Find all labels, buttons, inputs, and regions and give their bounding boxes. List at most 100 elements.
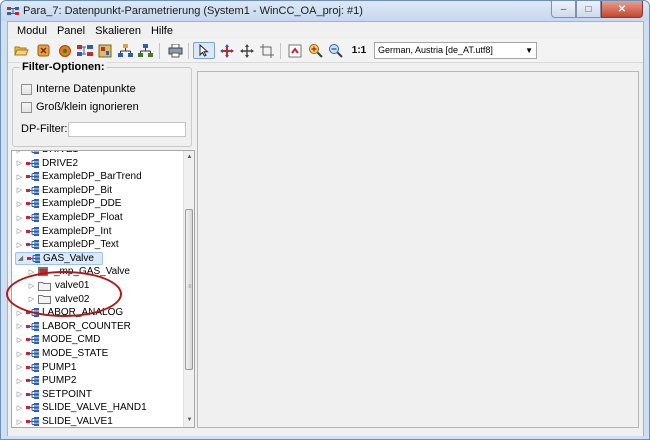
expand-arrow-icon[interactable]: ▷ <box>15 214 24 222</box>
datapoint-icon <box>26 362 39 372</box>
title-bar[interactable]: Para_7: Datenpunkt-Parametrierung (Syste… <box>1 1 649 21</box>
hierarchy2-button[interactable] <box>136 42 154 59</box>
tree-item[interactable]: ▷ SLIDE_VALVE_HAND1 <box>15 401 147 414</box>
expand-arrow-icon[interactable]: ▷ <box>15 173 24 181</box>
tree-item[interactable]: ▷ ExampleDP_Bit <box>15 184 112 197</box>
zoom-reset-button[interactable]: 1:1 <box>348 42 370 59</box>
datapoint-icon <box>26 403 39 413</box>
close-module-button[interactable] <box>34 42 52 59</box>
select-tool-button[interactable] <box>193 42 215 59</box>
expand-arrow-icon[interactable]: ▷ <box>15 377 24 385</box>
tree-item[interactable]: ▷ MODE_STATE <box>15 347 109 360</box>
scroll-grip-icon: ≡ <box>188 284 192 290</box>
move-tool-button[interactable] <box>238 42 256 59</box>
dp-structure-button[interactable] <box>76 42 94 59</box>
ignore-case-checkbox[interactable] <box>21 101 32 113</box>
tree-item-label: MODE_CMD <box>42 334 101 346</box>
expand-arrow-icon[interactable]: ▷ <box>15 350 24 358</box>
tree-item-label: GAS_Valve <box>43 252 94 264</box>
expand-arrow-icon[interactable]: ▷ <box>15 200 24 208</box>
tree-item[interactable]: ▷ ExampleDP_Float <box>15 211 123 224</box>
tree-item[interactable]: ▷ PUMP2 <box>15 374 77 387</box>
datapoint-icon <box>26 213 39 222</box>
print-button[interactable] <box>166 42 184 59</box>
scroll-thumb[interactable]: ≡ <box>185 209 193 370</box>
menu-bar: Modul Panel Skalieren Hilfe <box>8 22 643 39</box>
datapoint-icon <box>26 199 39 209</box>
close-button[interactable]: ✕ <box>601 1 643 18</box>
datapoint-icon <box>26 172 39 182</box>
collapse-arrow-icon[interactable]: ◢ <box>16 254 25 262</box>
expand-arrow-icon[interactable]: ▷ <box>15 227 24 235</box>
expand-arrow-icon[interactable]: ▷ <box>15 390 24 398</box>
zoom-fit-button[interactable] <box>286 42 304 59</box>
dp-filter-input[interactable] <box>68 122 186 137</box>
expand-arrow-icon[interactable]: ▷ <box>15 418 24 426</box>
tree-item-label: PUMP2 <box>42 375 77 387</box>
menu-panel[interactable]: Panel <box>52 25 90 37</box>
pan-tool-button[interactable] <box>218 42 236 59</box>
parameter-canvas[interactable] <box>197 71 639 428</box>
tree-item[interactable]: ▷ PUMP1 <box>15 361 77 374</box>
zoom-out-icon <box>328 44 343 58</box>
datapoint-icon <box>26 417 39 426</box>
tree-item[interactable]: ◢ GAS_Valve <box>15 251 103 265</box>
expand-arrow-icon[interactable]: ▷ <box>15 404 24 412</box>
zoom-out-button[interactable] <box>326 42 344 59</box>
crop-tool-button[interactable] <box>258 42 276 59</box>
dp-filter-label: DP-Filter: <box>21 123 68 135</box>
tree-item[interactable]: ▷ MODE_CMD <box>15 333 101 346</box>
expand-arrow-icon[interactable]: ▷ <box>15 186 24 194</box>
filter-options-title: Filter-Optionen: <box>20 61 107 73</box>
scroll-up-arrow-icon[interactable]: ▲ <box>184 152 194 163</box>
tree-item-label: ExampleDP_DDE <box>42 198 122 210</box>
settings-icon <box>59 44 71 57</box>
expand-arrow-icon[interactable]: ▷ <box>15 363 24 371</box>
tree-item[interactable]: ▷ SETPOINT <box>15 388 92 401</box>
zoom-in-button[interactable] <box>306 42 324 59</box>
tree-item-label: ExampleDP_BarTrend <box>42 171 142 183</box>
tree-scrollbar[interactable]: ▲ ≡ ▼ <box>183 151 194 427</box>
open-button[interactable] <box>12 42 30 59</box>
dropdown-arrow-icon: ▼ <box>525 46 533 55</box>
menu-skalieren[interactable]: Skalieren <box>90 25 146 37</box>
client-area: Modul Panel Skalieren Hilfe 1:1 German, … <box>7 21 644 436</box>
expand-arrow-icon[interactable]: ▷ <box>15 322 24 330</box>
crop-icon <box>260 43 274 58</box>
hierarchy2-icon <box>137 43 153 57</box>
tree-item-label: DRIVE2 <box>42 157 79 169</box>
filter-options-group: Filter-Optionen: Interne Datenpunkte Gro… <box>12 61 192 147</box>
internal-dp-checkbox-row[interactable]: Interne Datenpunkte <box>21 83 136 95</box>
dp-structure-icon <box>77 45 93 56</box>
datapoint-icon <box>26 321 39 331</box>
maximize-button[interactable]: □ <box>576 1 601 18</box>
menu-modul[interactable]: Modul <box>12 25 52 37</box>
expand-arrow-icon[interactable]: ▷ <box>15 151 24 154</box>
scroll-down-arrow-icon[interactable]: ▼ <box>184 415 194 426</box>
internal-dp-checkbox[interactable] <box>21 83 32 95</box>
maximize-icon: □ <box>585 3 592 15</box>
tree-item[interactable]: ▷ ExampleDP_Text <box>15 238 119 251</box>
settings-button[interactable] <box>56 42 74 59</box>
tree-item[interactable]: ▷ ExampleDP_BarTrend <box>15 170 142 183</box>
tree-item-label: ExampleDP_Bit <box>42 184 113 196</box>
minimize-button[interactable]: – <box>551 1 576 18</box>
tree-item[interactable]: ▷ DRIVE1 <box>15 151 78 156</box>
minimize-icon: – <box>560 3 567 15</box>
tree-item[interactable]: ▷ DRIVE2 <box>15 157 78 170</box>
menu-hilfe[interactable]: Hilfe <box>146 25 178 37</box>
tree-item[interactable]: ▷ ExampleDP_Int <box>15 225 112 238</box>
tree-item[interactable]: ▷ ExampleDP_DDE <box>15 197 122 210</box>
expand-arrow-icon[interactable]: ▷ <box>15 159 24 167</box>
expand-arrow-icon[interactable]: ▷ <box>15 241 24 249</box>
tree-item[interactable]: ▷ SLIDE_VALVE1 <box>15 415 113 427</box>
tree-item[interactable]: ▷ LABOR_COUNTER <box>15 320 131 333</box>
expand-arrow-icon[interactable]: ▷ <box>15 336 24 344</box>
panel-button[interactable] <box>96 42 114 59</box>
tree-item-label: LABOR_COUNTER <box>42 320 131 332</box>
hierarchy-button[interactable] <box>116 42 134 59</box>
tree-item-label: ExampleDP_Text <box>42 239 119 251</box>
language-select[interactable]: German, Austria [de_AT.utf8] ▼ <box>374 42 537 59</box>
print-icon <box>168 43 182 57</box>
case-checkbox-row[interactable]: Groß/klein ignorieren <box>21 101 139 113</box>
